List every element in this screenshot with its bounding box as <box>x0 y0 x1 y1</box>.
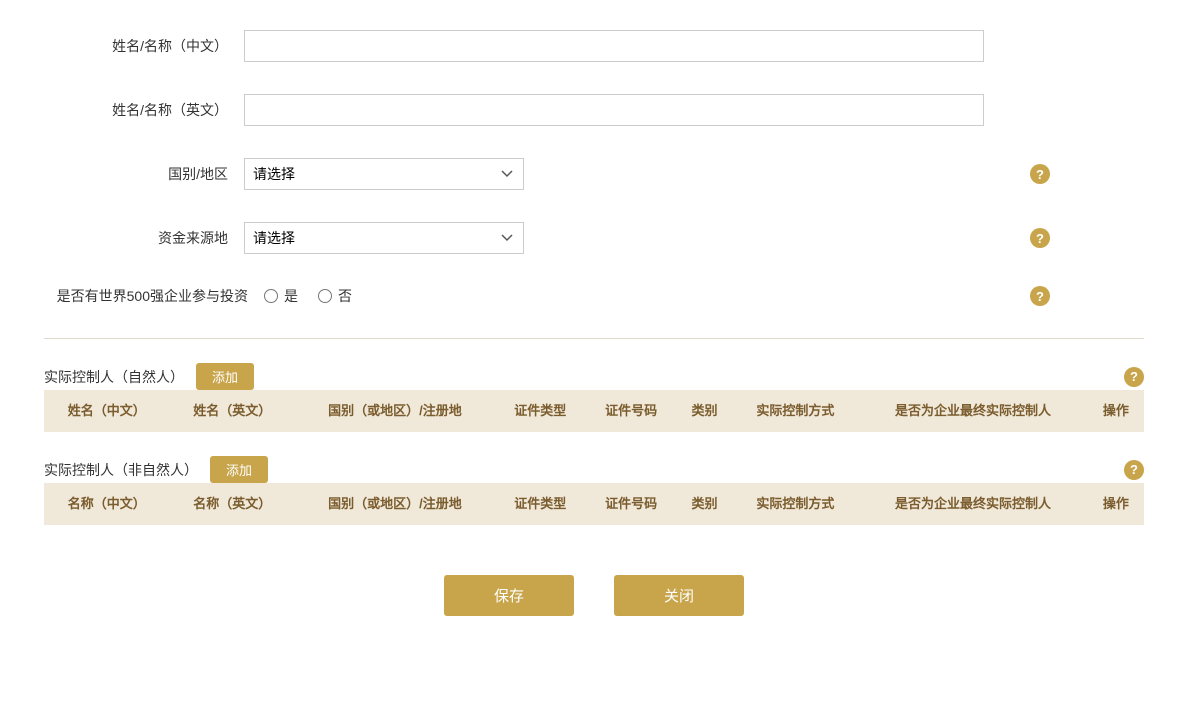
table2-col-category: 类别 <box>676 483 732 525</box>
fortune500-radio-group: 是 否 <box>264 286 352 306</box>
table1-col-operation: 操作 <box>1088 390 1144 432</box>
country-select[interactable]: 请选择 <box>244 158 524 190</box>
name-cn-input[interactable] <box>244 30 984 62</box>
table1-col-cert-type: 证件类型 <box>495 390 586 432</box>
section2-header: 实际控制人（非自然人） 添加 ? <box>44 456 1144 483</box>
table2-col-operation: 操作 <box>1088 483 1144 525</box>
fortune500-no-radio[interactable] <box>318 289 332 303</box>
table2-col-is-final: 是否为企业最终实际控制人 <box>858 483 1088 525</box>
fortune500-label: 是否有世界500强企业参与投资 <box>44 286 264 306</box>
close-button[interactable]: 关闭 <box>614 575 744 616</box>
table2: 名称（中文） 名称（英文） 国别（或地区）/注册地 证件类型 证件号码 类别 实… <box>44 483 1144 525</box>
save-button[interactable]: 保存 <box>444 575 574 616</box>
section2-add-button[interactable]: 添加 <box>210 456 268 483</box>
table1-col-is-final: 是否为企业最终实际控制人 <box>858 390 1088 432</box>
section2-title: 实际控制人（非自然人） <box>44 460 198 480</box>
page-container: 姓名/名称（中文） 姓名/名称（英文） 国别/地区 请选择 ? 资金来源地 请选… <box>44 30 1144 616</box>
table1-col-category: 类别 <box>676 390 732 432</box>
name-cn-row: 姓名/名称（中文） <box>44 30 1144 78</box>
fortune500-no[interactable]: 否 <box>318 286 352 306</box>
bottom-actions: 保存 关闭 <box>44 575 1144 616</box>
divider-1 <box>44 338 1144 339</box>
fund-source-select[interactable]: 请选择 <box>244 222 524 254</box>
country-row: 国别/地区 请选择 ? <box>44 158 1144 206</box>
section1-title: 实际控制人（自然人） <box>44 367 184 387</box>
country-help-icon[interactable]: ? <box>1030 164 1050 184</box>
section1-help-icon[interactable]: ? <box>1124 367 1144 387</box>
name-en-label: 姓名/名称（英文） <box>44 100 244 120</box>
name-en-input[interactable] <box>244 94 984 126</box>
table2-header-row: 名称（中文） 名称（英文） 国别（或地区）/注册地 证件类型 证件号码 类别 实… <box>44 483 1144 525</box>
table1-col-cert-no: 证件号码 <box>586 390 677 432</box>
table2-col-cert-type: 证件类型 <box>495 483 586 525</box>
fortune500-yes[interactable]: 是 <box>264 286 298 306</box>
table2-col-name-cn: 名称（中文） <box>44 483 170 525</box>
table2-col-country: 国别（或地区）/注册地 <box>295 483 495 525</box>
fund-source-help-icon[interactable]: ? <box>1030 228 1050 248</box>
table1: 姓名（中文） 姓名（英文） 国别（或地区）/注册地 证件类型 证件号码 类别 实… <box>44 390 1144 432</box>
section2-help-icon[interactable]: ? <box>1124 460 1144 480</box>
section1-header: 实际控制人（自然人） 添加 ? <box>44 363 1144 390</box>
name-cn-label: 姓名/名称（中文） <box>44 36 244 56</box>
table1-col-control-method: 实际控制方式 <box>733 390 859 432</box>
table1-col-name-en: 姓名（英文） <box>170 390 296 432</box>
table1-header-row: 姓名（中文） 姓名（英文） 国别（或地区）/注册地 证件类型 证件号码 类别 实… <box>44 390 1144 432</box>
table2-col-name-en: 名称（英文） <box>170 483 296 525</box>
fund-source-row: 资金来源地 请选择 ? <box>44 222 1144 270</box>
fund-source-label: 资金来源地 <box>44 228 244 248</box>
table2-col-cert-no: 证件号码 <box>586 483 677 525</box>
section1-add-button[interactable]: 添加 <box>196 363 254 390</box>
fortune500-row: 是否有世界500强企业参与投资 是 否 ? <box>44 286 1144 322</box>
name-en-row: 姓名/名称（英文） <box>44 94 1144 142</box>
country-label: 国别/地区 <box>44 164 244 184</box>
table2-col-control-method: 实际控制方式 <box>733 483 859 525</box>
fortune500-yes-radio[interactable] <box>264 289 278 303</box>
table1-col-name-cn: 姓名（中文） <box>44 390 170 432</box>
fortune500-help-icon[interactable]: ? <box>1030 286 1050 306</box>
table1-col-country: 国别（或地区）/注册地 <box>295 390 495 432</box>
